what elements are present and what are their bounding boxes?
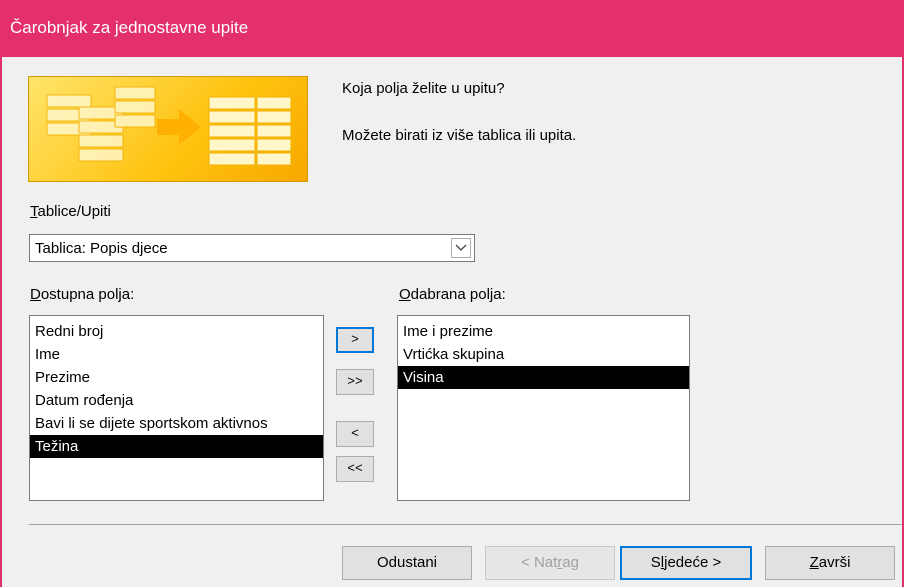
list-item[interactable]: Datum rođenja [30,389,323,412]
selected-label-rest: dabrana polja: [410,286,506,303]
available-label-key: D [30,286,41,303]
selected-fields-label: Odabrana polja: [399,286,506,303]
window-border-left [0,57,2,587]
back-button[interactable]: < Natrag [485,546,615,580]
list-item[interactable]: Redni broj [30,320,323,343]
table-to-query-icon [46,86,292,166]
list-item[interactable]: Vrtićka skupina [398,343,689,366]
finish-button[interactable]: Završi [765,546,895,580]
selected-label-key: O [399,286,411,303]
back-label-end: ag [562,554,579,571]
window-title: Čarobnjak za jednostavne upite [10,18,249,37]
remove-all-fields-button[interactable]: << [336,456,374,482]
tables-dropdown-value: Tablica: Popis djece [35,240,168,257]
chevron-down-icon[interactable] [451,238,471,258]
tables-label-key: T [30,203,38,220]
add-field-button[interactable]: > [336,327,374,353]
footer-divider [29,524,902,525]
selected-fields-list[interactable]: Ime i prezime Vrtićka skupina Visina [397,315,690,501]
intro-question: Koja polja želite u upitu? [342,80,505,97]
finish-label-key: Z [809,554,819,571]
title-bar: Čarobnjak za jednostavne upite [0,0,904,57]
tables-label: Tablice/Upiti [30,203,111,220]
available-fields-list[interactable]: Redni broj Ime Prezime Datum rođenja Bav… [29,315,324,501]
next-button[interactable]: Sljedeće > [620,546,752,580]
next-label-start: S [650,554,661,571]
next-label-end: jedeće > [664,554,722,571]
back-label-start: < Nat [521,554,558,571]
cancel-button[interactable]: Odustani [342,546,472,580]
intro-hint: Možete birati iz više tablica ili upita. [342,127,577,144]
remove-field-button[interactable]: < [336,421,374,447]
list-item-selected[interactable]: Visina [398,366,689,389]
list-item[interactable]: Ime i prezime [398,320,689,343]
tables-label-rest: ablice/Upiti [37,203,111,220]
list-item[interactable]: Bavi li se dijete sportskom aktivnos [30,412,323,435]
wizard-banner-image [28,76,308,182]
add-all-fields-button[interactable]: >> [336,369,374,395]
tables-dropdown[interactable]: Tablica: Popis djece [29,234,475,262]
finish-label-rest: avrši [818,554,851,571]
available-label-rest: ostupna polja: [40,286,135,303]
available-fields-label: Dostupna polja: [30,286,134,303]
list-item-selected[interactable]: Težina [30,435,323,458]
list-item[interactable]: Ime [30,343,323,366]
list-item[interactable]: Prezime [30,366,323,389]
